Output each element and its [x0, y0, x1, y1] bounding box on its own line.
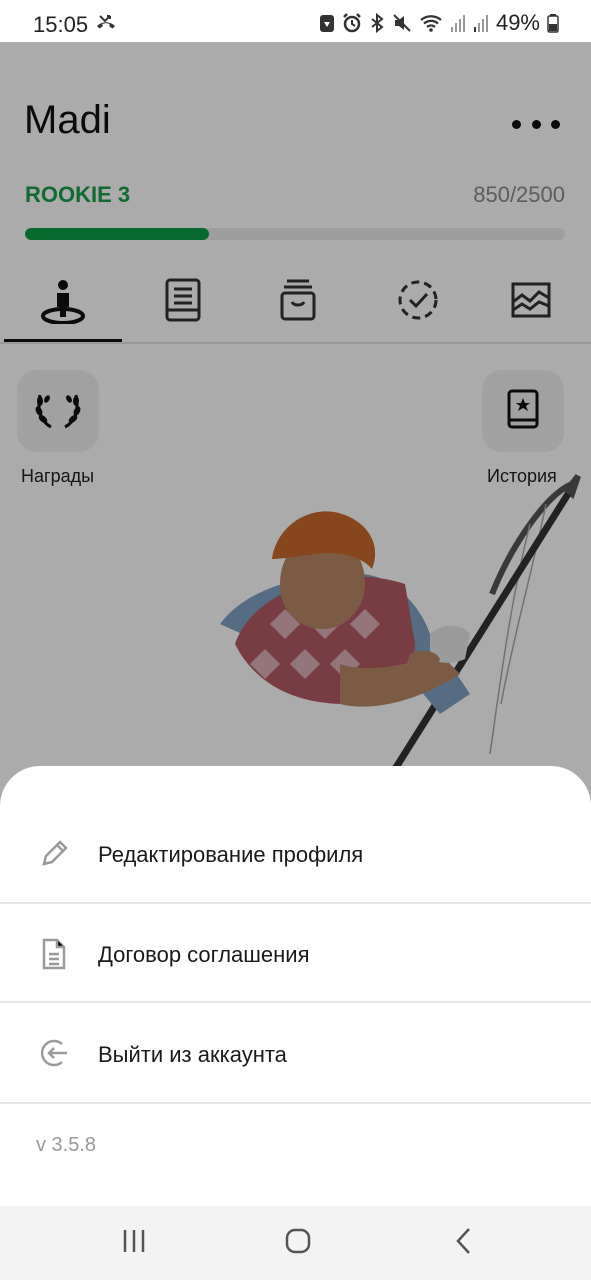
profile-menu-sheet: Редактирование профиля Договор соглашени… [0, 766, 591, 1206]
app-notification-icon [319, 13, 335, 33]
logout-label: Выйти из аккаунта [98, 1042, 287, 1067]
sheet-divider [0, 1102, 591, 1104]
status-bar: 15:05 49% [0, 0, 591, 42]
home-button[interactable] [276, 1226, 320, 1260]
recent-apps-icon [120, 1228, 148, 1259]
agreement-label: Договор соглашения [98, 942, 310, 967]
agreement-item[interactable]: Договор соглашения [0, 904, 591, 1004]
alarm-icon [342, 13, 362, 33]
back-button[interactable] [442, 1226, 486, 1260]
system-nav-bar [0, 1206, 591, 1280]
document-icon [40, 938, 68, 975]
edit-profile-label: Редактирование профиля [98, 842, 364, 867]
missed-call-icon [95, 13, 117, 38]
logout-item[interactable]: Выйти из аккаунта [0, 1004, 591, 1104]
home-icon [284, 1227, 312, 1260]
sheet-divider [0, 1001, 591, 1003]
logout-icon [40, 1038, 70, 1073]
pencil-icon [40, 838, 70, 873]
app-version: v 3.5.8 [36, 1134, 97, 1156]
back-icon [454, 1227, 474, 1260]
mute-icon [392, 13, 412, 33]
bluetooth-icon [369, 13, 385, 33]
battery-text: 49% [495, 10, 540, 35]
status-icons: 49% [319, 10, 559, 36]
edit-profile-item[interactable]: Редактирование профиля [0, 804, 591, 904]
status-time: 15:05 [33, 12, 89, 37]
signal-icon [450, 13, 466, 33]
battery-icon [547, 13, 559, 33]
wifi-icon [419, 13, 443, 33]
signal-icon-2 [473, 13, 489, 33]
recent-apps-button[interactable] [112, 1226, 156, 1260]
